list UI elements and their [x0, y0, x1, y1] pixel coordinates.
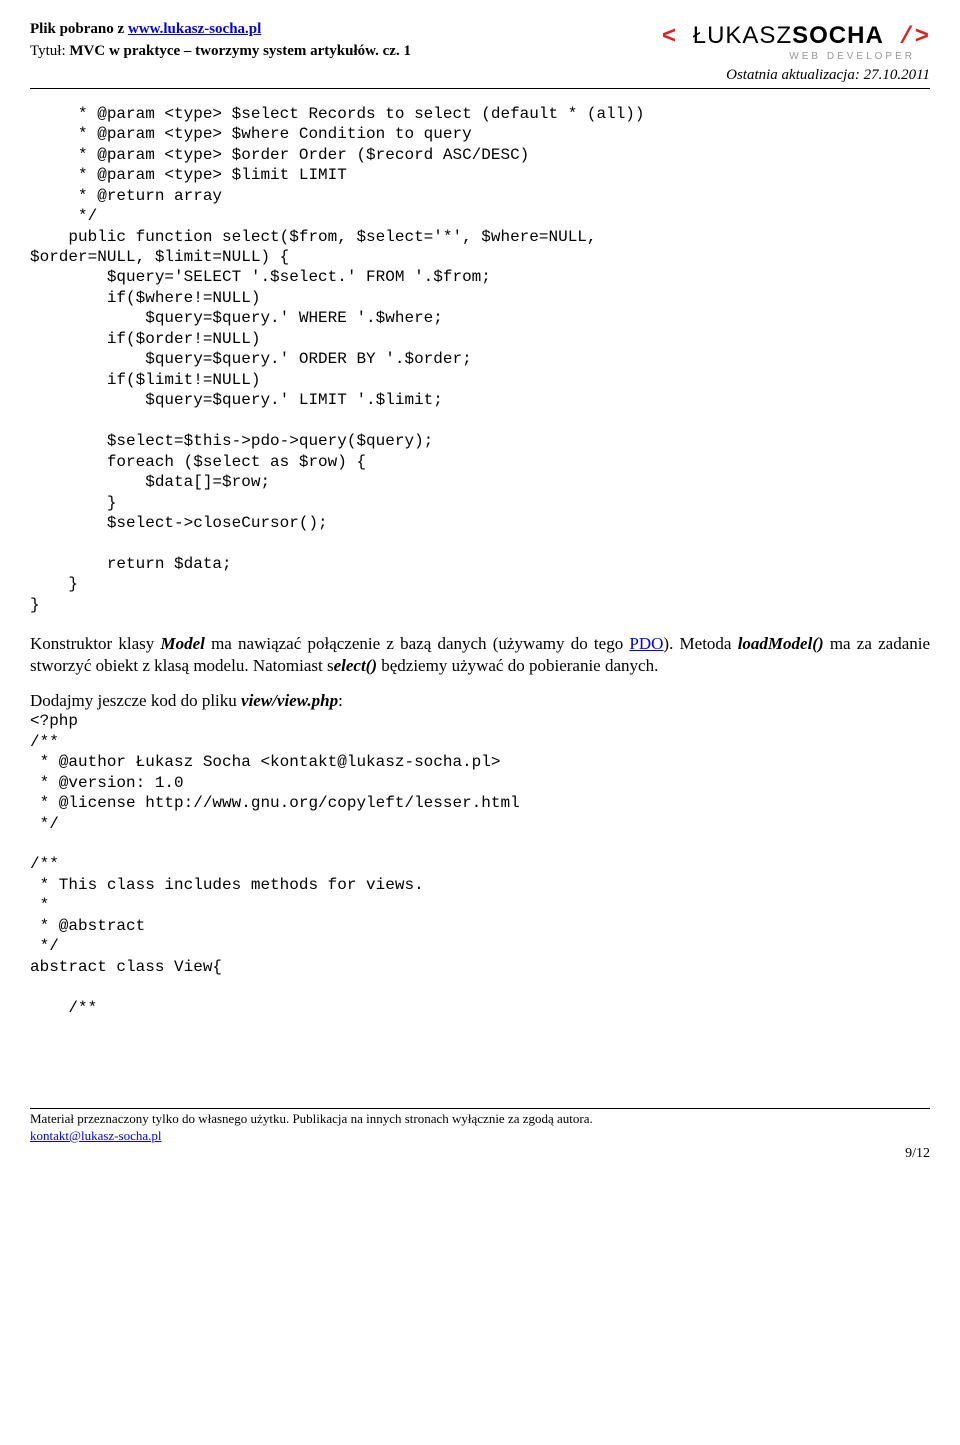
page-number: 9/12 [905, 1145, 930, 1163]
body-paragraphs: Konstruktor klasy Model ma nawiązać połą… [30, 633, 930, 711]
p1-loadmodel: loadModel() [738, 634, 824, 653]
p1-text-b: ma nawiązać połączenie z bazą danych (uż… [205, 634, 630, 653]
code-block-1: * @param <type> $select Records to selec… [30, 104, 930, 616]
p1-text-c: ). Metoda [663, 634, 737, 653]
logo-bold: SOCHA [792, 22, 884, 49]
p2-file: view/view.php [241, 691, 338, 710]
p1-text-e: będziemy używać do pobieranie danych. [377, 656, 658, 675]
logo-first: ŁUKASZ [693, 22, 792, 49]
code-block-2: <?php /** * @author Łukasz Socha <kontak… [30, 711, 930, 1018]
download-label: Plik pobrano z [30, 21, 128, 37]
footer-email[interactable]: kontakt@lukasz-socha.pl [30, 1128, 161, 1143]
page-footer: Materiał przeznaczony tylko do własnego … [30, 1108, 930, 1145]
logo-bracket-gt: > [915, 24, 930, 51]
title-label: Tytuł: [30, 43, 69, 59]
p1-model: Model [160, 634, 204, 653]
header-left: Plik pobrano z www.lukasz-socha.pl Tytuł… [30, 20, 411, 61]
download-link[interactable]: www.lukasz-socha.pl [128, 21, 261, 37]
logo: < ŁUKASZSOCHA /> [662, 20, 930, 53]
p1-select: elect() [334, 656, 377, 675]
logo-bracket-close: / [884, 24, 915, 51]
p2-text-a: Dodajmy jeszcze kod do pliku [30, 691, 241, 710]
pdo-link[interactable]: PDO [629, 634, 663, 653]
logo-bracket-open: < [662, 24, 693, 51]
title-line: Tytuł: MVC w praktyce – tworzymy system … [30, 42, 411, 62]
paragraph-1: Konstruktor klasy Model ma nawiązać połą… [30, 633, 930, 676]
header-right: < ŁUKASZSOCHA /> WEB DEVELOPER Ostatnia … [662, 20, 930, 86]
download-line: Plik pobrano z www.lukasz-socha.pl [30, 20, 411, 40]
page-header: Plik pobrano z www.lukasz-socha.pl Tytuł… [30, 20, 930, 89]
p2-text-b: : [338, 691, 343, 710]
last-updated: Ostatnia aktualizacja: 27.10.2011 [662, 66, 930, 86]
p1-text-a: Konstruktor klasy [30, 634, 160, 653]
document-title: MVC w praktyce – tworzymy system artykuł… [69, 43, 411, 59]
paragraph-2: Dodajmy jeszcze kod do pliku view/view.p… [30, 690, 930, 711]
footer-text: Materiał przeznaczony tylko do własnego … [30, 1111, 930, 1128]
